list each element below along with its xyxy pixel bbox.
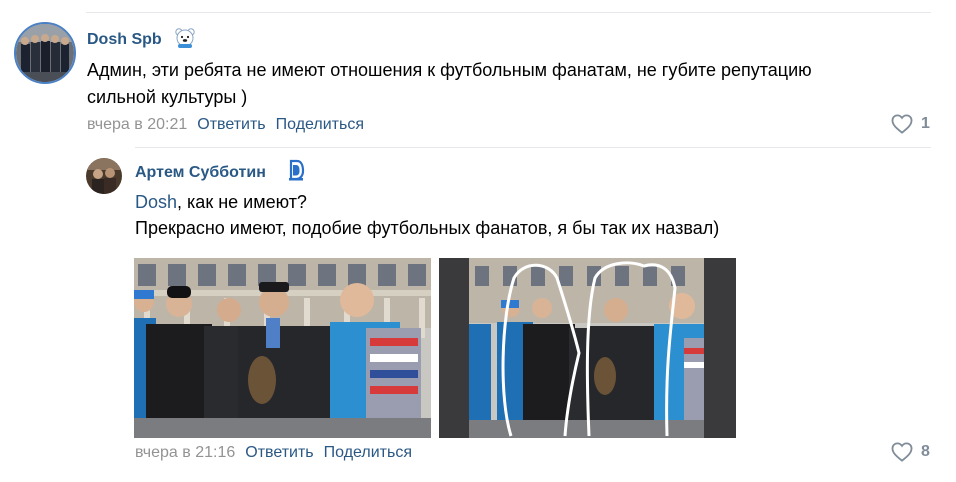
comment-2-share-button[interactable]: Поделиться	[324, 444, 412, 461]
comment-2-reply-button[interactable]: Ответить	[245, 444, 313, 461]
comment-1-like-count: 1	[921, 115, 930, 132]
comment-2-like-button[interactable]: 8	[891, 442, 930, 462]
top-divider	[86, 12, 931, 13]
attached-photo-2[interactable]	[439, 258, 736, 438]
heart-icon	[891, 114, 913, 134]
comment-1-share-button[interactable]: Поделиться	[276, 116, 364, 133]
comment-1-text-line-2: сильной культуры )	[87, 87, 248, 107]
bear-sticker-icon	[175, 28, 195, 48]
attached-photo-1[interactable]	[134, 258, 431, 438]
comment-1-author[interactable]: Dosh Spb	[87, 31, 162, 49]
avatar-group-photo	[16, 24, 74, 82]
fans-group-photo	[134, 258, 431, 438]
avatar-artem-subbotin[interactable]	[86, 158, 122, 194]
comment-2-meta: вчера в 21:16 Ответить Поделиться	[135, 444, 412, 462]
comment-2-text-line-1-rest: , как не имеют?	[177, 192, 307, 212]
avatar-photo	[86, 158, 122, 194]
comment-2-like-count: 8	[921, 443, 930, 460]
heart-icon	[891, 442, 913, 462]
fans-group-photo-annotated	[439, 258, 736, 438]
comment-1-reply-button[interactable]: Ответить	[197, 116, 265, 133]
dynamo-logo-icon	[289, 159, 305, 181]
comment-1-meta: вчера в 20:21 Ответить Поделиться	[87, 116, 364, 134]
comment-2-time[interactable]: вчера в 21:16	[135, 444, 235, 461]
comment-divider	[135, 147, 931, 148]
avatar-dosh-spb[interactable]	[14, 22, 76, 84]
comment-2-author[interactable]: Артем Субботин	[135, 164, 266, 182]
comment-1-text-line-1: Админ, эти ребята не имеют отношения к ф…	[87, 60, 812, 80]
comment-1-time[interactable]: вчера в 20:21	[87, 116, 187, 133]
comment-1-like-button[interactable]: 1	[891, 114, 930, 134]
comment-2-text-line-2: Прекрасно имеют, подобие футбольных фана…	[135, 218, 720, 238]
comment-2-text-line-1: Dosh, как не имеют?	[135, 189, 307, 215]
mention-dosh-link[interactable]: Dosh	[135, 192, 177, 212]
